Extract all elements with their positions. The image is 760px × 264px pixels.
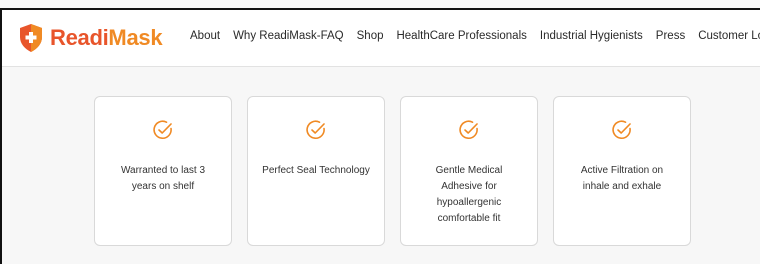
feature-card: Active Filtration on inhale and exhale <box>553 96 691 246</box>
feature-text: Gentle Medical Adhesive for hypoallergen… <box>435 165 503 224</box>
feature-card: Warranted to last 3 years on shelf <box>94 96 232 246</box>
nav-industrial[interactable]: Industrial Hygienists <box>540 30 643 42</box>
shield-plus-icon <box>20 24 42 52</box>
nav-about[interactable]: About <box>190 30 220 42</box>
nav-customer-login[interactable]: Customer Logi <box>698 30 760 42</box>
brand-name-part1: Readi <box>50 25 109 50</box>
nav-healthcare[interactable]: HealthCare Professionals <box>396 30 526 42</box>
top-navbar: ReadiMask About Why ReadiMask-FAQ Shop H… <box>2 10 760 67</box>
feature-text: Active Filtration on inhale and exhale <box>580 165 664 192</box>
feature-text: Warranted to last 3 years on shelf <box>120 165 206 192</box>
nav-press[interactable]: Press <box>656 30 685 42</box>
nav-why-faq[interactable]: Why ReadiMask-FAQ <box>233 30 344 42</box>
feature-text: Perfect Seal Technology <box>262 165 370 176</box>
brand-name: ReadiMask <box>50 25 163 51</box>
check-circle-icon <box>612 120 631 140</box>
check-circle-icon <box>459 120 478 140</box>
feature-cards: Warranted to last 3 years on shelf Perfe… <box>94 96 691 246</box>
feature-card: Perfect Seal Technology <box>247 96 385 246</box>
browser-frame: ReadiMask About Why ReadiMask-FAQ Shop H… <box>0 8 760 264</box>
brand-logo[interactable]: ReadiMask <box>18 21 163 55</box>
brand-name-part2: Mask <box>108 25 163 50</box>
main-nav: About Why ReadiMask-FAQ Shop HealthCare … <box>190 30 760 42</box>
feature-card: Gentle Medical Adhesive for hypoallergen… <box>400 96 538 246</box>
check-circle-icon <box>306 120 325 140</box>
check-circle-icon <box>153 120 172 140</box>
nav-shop[interactable]: Shop <box>357 30 384 42</box>
